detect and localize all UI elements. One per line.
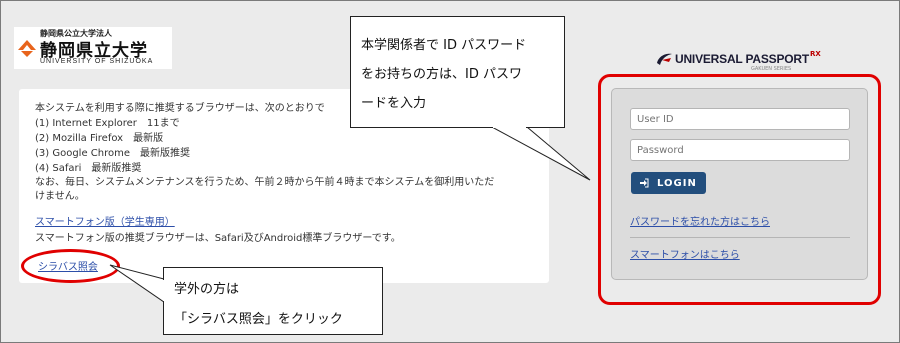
university-logo: 静岡県公立大学法人 静岡県立大学 UNIVERSITY OF SHIZUOKA [14, 27, 172, 69]
maintenance-notice: なお、毎日、システムメンテナンスを行うため、午前２時から午前４時まで本システムを… [35, 177, 495, 188]
university-logo-icon [18, 40, 36, 57]
notice-intro: 本システムを利用する際に推奨するブラウザーは、次のとおりで [35, 103, 325, 114]
syllabus-highlight-ellipse [21, 249, 120, 283]
brand-title: UNIVERSAL PASSPORT [675, 52, 809, 66]
browser-item: (4) Safari 最新版推奨 [35, 163, 142, 174]
browser-item: (3) Google Chrome 最新版推奨 [35, 148, 191, 159]
brand-subtitle: GAKUEN SERIES [751, 66, 792, 72]
callout-bottom-line2: 「シラバス照会」をクリック [174, 312, 343, 327]
browser-item: (1) Internet Explorer 11まで [35, 118, 180, 129]
callout-top-line2: をお持ちの方は、ID パスワ [361, 67, 522, 82]
callout-bottom-line1: 学外の方は [174, 282, 240, 297]
universal-passport-logo: UNIVERSAL PASSPORT RX GAKUEN SERIES [653, 48, 833, 76]
maintenance-notice-cont: けません。 [35, 191, 85, 202]
callout-syllabus-instruction: 学外の方は 「シラバス照会」をクリック [163, 267, 383, 335]
callout-top-line1: 本学関係者で ID パスワード [361, 38, 527, 53]
universal-passport-logo-icon [657, 53, 672, 65]
login-highlight-box [598, 74, 881, 305]
brand-suffix: RX [810, 50, 821, 58]
callout-top-line3: ードを入力 [361, 96, 427, 111]
logo-english-name: UNIVERSITY OF SHIZUOKA [40, 58, 154, 65]
browser-item: (2) Mozilla Firefox 最新版 [35, 133, 164, 144]
smartphone-browser-note: スマートフォン版の推奨ブラウザーは、Safari及びAndroid標準ブラウザー… [35, 233, 401, 244]
callout-login-instruction: 本学関係者で ID パスワード をお持ちの方は、ID パスワ ードを入力 [350, 16, 565, 128]
smartphone-version-link[interactable]: スマートフォン版（学生専用） [35, 213, 175, 228]
